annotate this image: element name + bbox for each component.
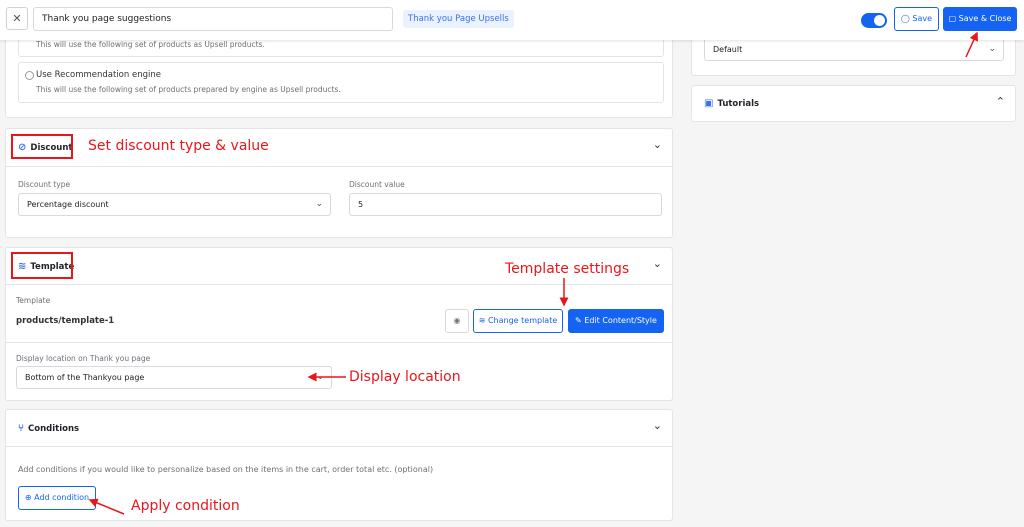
annotation-arrows <box>88 31 978 515</box>
